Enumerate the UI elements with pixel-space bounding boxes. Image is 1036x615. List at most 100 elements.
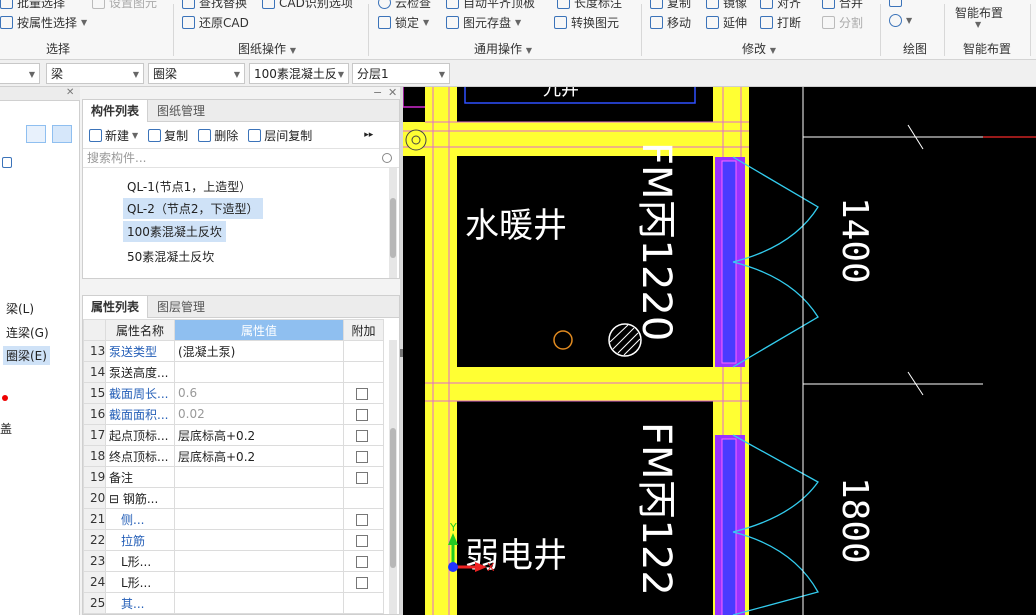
convert-element-button[interactable]: 转换图元 <box>554 14 619 31</box>
extra-checkbox[interactable] <box>356 513 368 526</box>
smart-layout-button[interactable]: 智能布置 <box>955 4 1003 21</box>
chevron-down-icon: ▼ <box>233 70 240 79</box>
group-separator <box>641 4 642 56</box>
tab-property-list[interactable]: 属性列表 <box>83 296 149 318</box>
table-row[interactable]: 15 截面周长... 0.6 <box>83 382 384 404</box>
scrollbar-thumb[interactable] <box>390 198 396 258</box>
draw-arc-button[interactable]: ▼ <box>889 14 912 27</box>
list-view-icon[interactable] <box>26 125 46 143</box>
tab-drawing-management[interactable]: 图纸管理 <box>149 100 213 122</box>
cloud-check-button[interactable]: 云检查 <box>378 0 431 11</box>
component-search-input[interactable]: 搜索构件... <box>83 148 399 168</box>
selector-bar: ▼ 梁 ▼ 圈梁 ▼ 100素混凝土反 ▼ 分层1 ▼ <box>0 60 1036 87</box>
close-icon[interactable]: ✕ <box>66 87 74 98</box>
scrollbar-thumb[interactable] <box>390 428 396 568</box>
detail-view-icon[interactable] <box>52 125 72 143</box>
nav-item-beam[interactable]: 梁(L) <box>6 300 34 317</box>
minimize-icon[interactable]: − <box>373 86 382 99</box>
extra-checkbox[interactable] <box>356 450 368 463</box>
smart-layout-dropdown[interactable]: ▼ <box>975 20 981 29</box>
extra-checkbox[interactable] <box>356 555 368 568</box>
restore-cad-button[interactable]: 还原CAD <box>182 14 249 31</box>
property-value[interactable]: 0.6 <box>174 382 344 404</box>
cad-drawing-canvas[interactable]: 九井 1400 1800 FM丙1220 FM丙122 水暖井 弱电井 Y X <box>403 87 1036 615</box>
extra-checkbox[interactable] <box>356 429 368 442</box>
list-item[interactable]: QL-2（节点2，下造型） <box>123 198 263 219</box>
property-value[interactable]: 0.02 <box>174 403 344 425</box>
length-dimension-button[interactable]: 长度标注 <box>557 0 622 11</box>
column-marker-icon <box>405 129 427 151</box>
merge-button[interactable]: 合并 <box>822 0 863 11</box>
property-value[interactable] <box>174 529 344 551</box>
component-scrollbar[interactable] <box>389 168 397 278</box>
split-button[interactable]: 分割 <box>822 14 863 31</box>
lock-button[interactable]: 锁定 ▼ <box>378 14 429 31</box>
mirror-button[interactable]: 镜像 <box>706 0 747 11</box>
new-button[interactable]: 新建 ▼ <box>89 127 138 144</box>
property-value[interactable]: 层底标高+0.2 <box>174 424 344 446</box>
property-value[interactable] <box>174 571 344 593</box>
floor-selector[interactable]: ▼ <box>0 63 40 84</box>
batch-select-button[interactable]: 批量选择 <box>0 0 65 11</box>
subtype-selector[interactable]: 圈梁 ▼ <box>148 63 245 84</box>
tab-component-list[interactable]: 构件列表 <box>83 100 149 122</box>
delete-button[interactable]: 删除 <box>198 127 238 144</box>
table-row[interactable]: 21 侧... <box>83 508 384 530</box>
property-value[interactable] <box>174 466 344 488</box>
table-row[interactable]: 17 起点顶标... 层底标高+0.2 <box>83 424 384 446</box>
auto-align-top-button[interactable]: 自动平齐顶板 <box>446 0 535 11</box>
extra-checkbox[interactable] <box>356 534 368 547</box>
table-row[interactable]: 18 终点顶标... 层底标高+0.2 <box>83 445 384 467</box>
property-value[interactable] <box>174 592 344 614</box>
extra-checkbox[interactable] <box>356 471 368 484</box>
extra-checkbox[interactable] <box>356 576 368 589</box>
extra-cell <box>343 361 384 383</box>
nav-item-cover[interactable]: 盖 <box>0 420 12 437</box>
property-scrollbar[interactable] <box>389 340 397 614</box>
nav-item-ring-beam[interactable]: 圈梁(E) <box>3 346 50 365</box>
property-value[interactable]: (混凝土泵) <box>174 340 344 362</box>
property-value[interactable] <box>174 508 344 530</box>
component-selector[interactable]: 100素混凝土反 ▼ <box>249 63 349 84</box>
list-item[interactable]: QL-1(节点1，上造型） <box>123 176 255 197</box>
break-button[interactable]: 打断 <box>760 14 801 31</box>
table-row[interactable]: 25 其... <box>83 592 384 614</box>
find-replace-button[interactable]: 查找替换 <box>182 0 247 11</box>
table-row[interactable]: 16 截面面积... 0.02 <box>83 403 384 425</box>
chevron-down-icon: ▼ <box>975 20 982 29</box>
draw-line-button[interactable] <box>889 0 902 7</box>
extra-checkbox[interactable] <box>356 387 368 400</box>
property-value[interactable]: 层底标高+0.2 <box>174 445 344 467</box>
table-row[interactable]: 24 L形... <box>83 571 384 593</box>
close-icon[interactable]: ✕ <box>388 86 397 99</box>
align-button[interactable]: 对齐 <box>760 0 801 11</box>
layer-selector[interactable]: 分层1 ▼ <box>352 63 450 84</box>
tab-layer-management[interactable]: 图层管理 <box>149 296 213 318</box>
extend-button[interactable]: 延伸 <box>706 14 747 31</box>
set-element-button[interactable]: 设置图元 <box>92 0 157 11</box>
copy-component-button[interactable]: 复制 <box>148 127 188 144</box>
property-value[interactable] <box>174 487 344 509</box>
copy-button[interactable]: 复制 <box>650 0 691 11</box>
nav-item-coupling-beam[interactable]: 连梁(G) <box>6 324 49 341</box>
list-item[interactable]: 50素混凝土反坎 <box>123 246 218 267</box>
table-row[interactable]: 22 拉筋 <box>83 529 384 551</box>
table-row[interactable]: 20 ⊟ 钢筋... <box>83 487 384 509</box>
chevron-down-icon: ▼ <box>525 46 532 55</box>
element-save-button[interactable]: 图元存盘 ▼ <box>446 14 521 31</box>
property-value[interactable] <box>174 550 344 572</box>
cad-options-button[interactable]: CAD识别选项 <box>262 0 353 11</box>
move-button[interactable]: 移动 <box>650 14 691 31</box>
extra-checkbox[interactable] <box>356 408 368 421</box>
list-item-selected[interactable]: 100素混凝土反坎 <box>123 221 226 242</box>
find-replace-icon <box>182 0 195 9</box>
type-selector[interactable]: 梁 ▼ <box>46 63 144 84</box>
select-by-property-button[interactable]: 按属性选择 ▼ <box>0 14 87 31</box>
table-row[interactable]: 19 备注 <box>83 466 384 488</box>
floor-copy-button[interactable]: 层间复制 <box>248 127 312 144</box>
table-row[interactable]: 23 L形... <box>83 550 384 572</box>
table-row[interactable]: 14 泵送高度... <box>83 361 384 383</box>
more-icon[interactable]: ▸▸ <box>364 130 373 140</box>
table-row[interactable]: 13 泵送类型 (混凝土泵) <box>83 340 384 362</box>
property-value[interactable] <box>174 361 344 383</box>
